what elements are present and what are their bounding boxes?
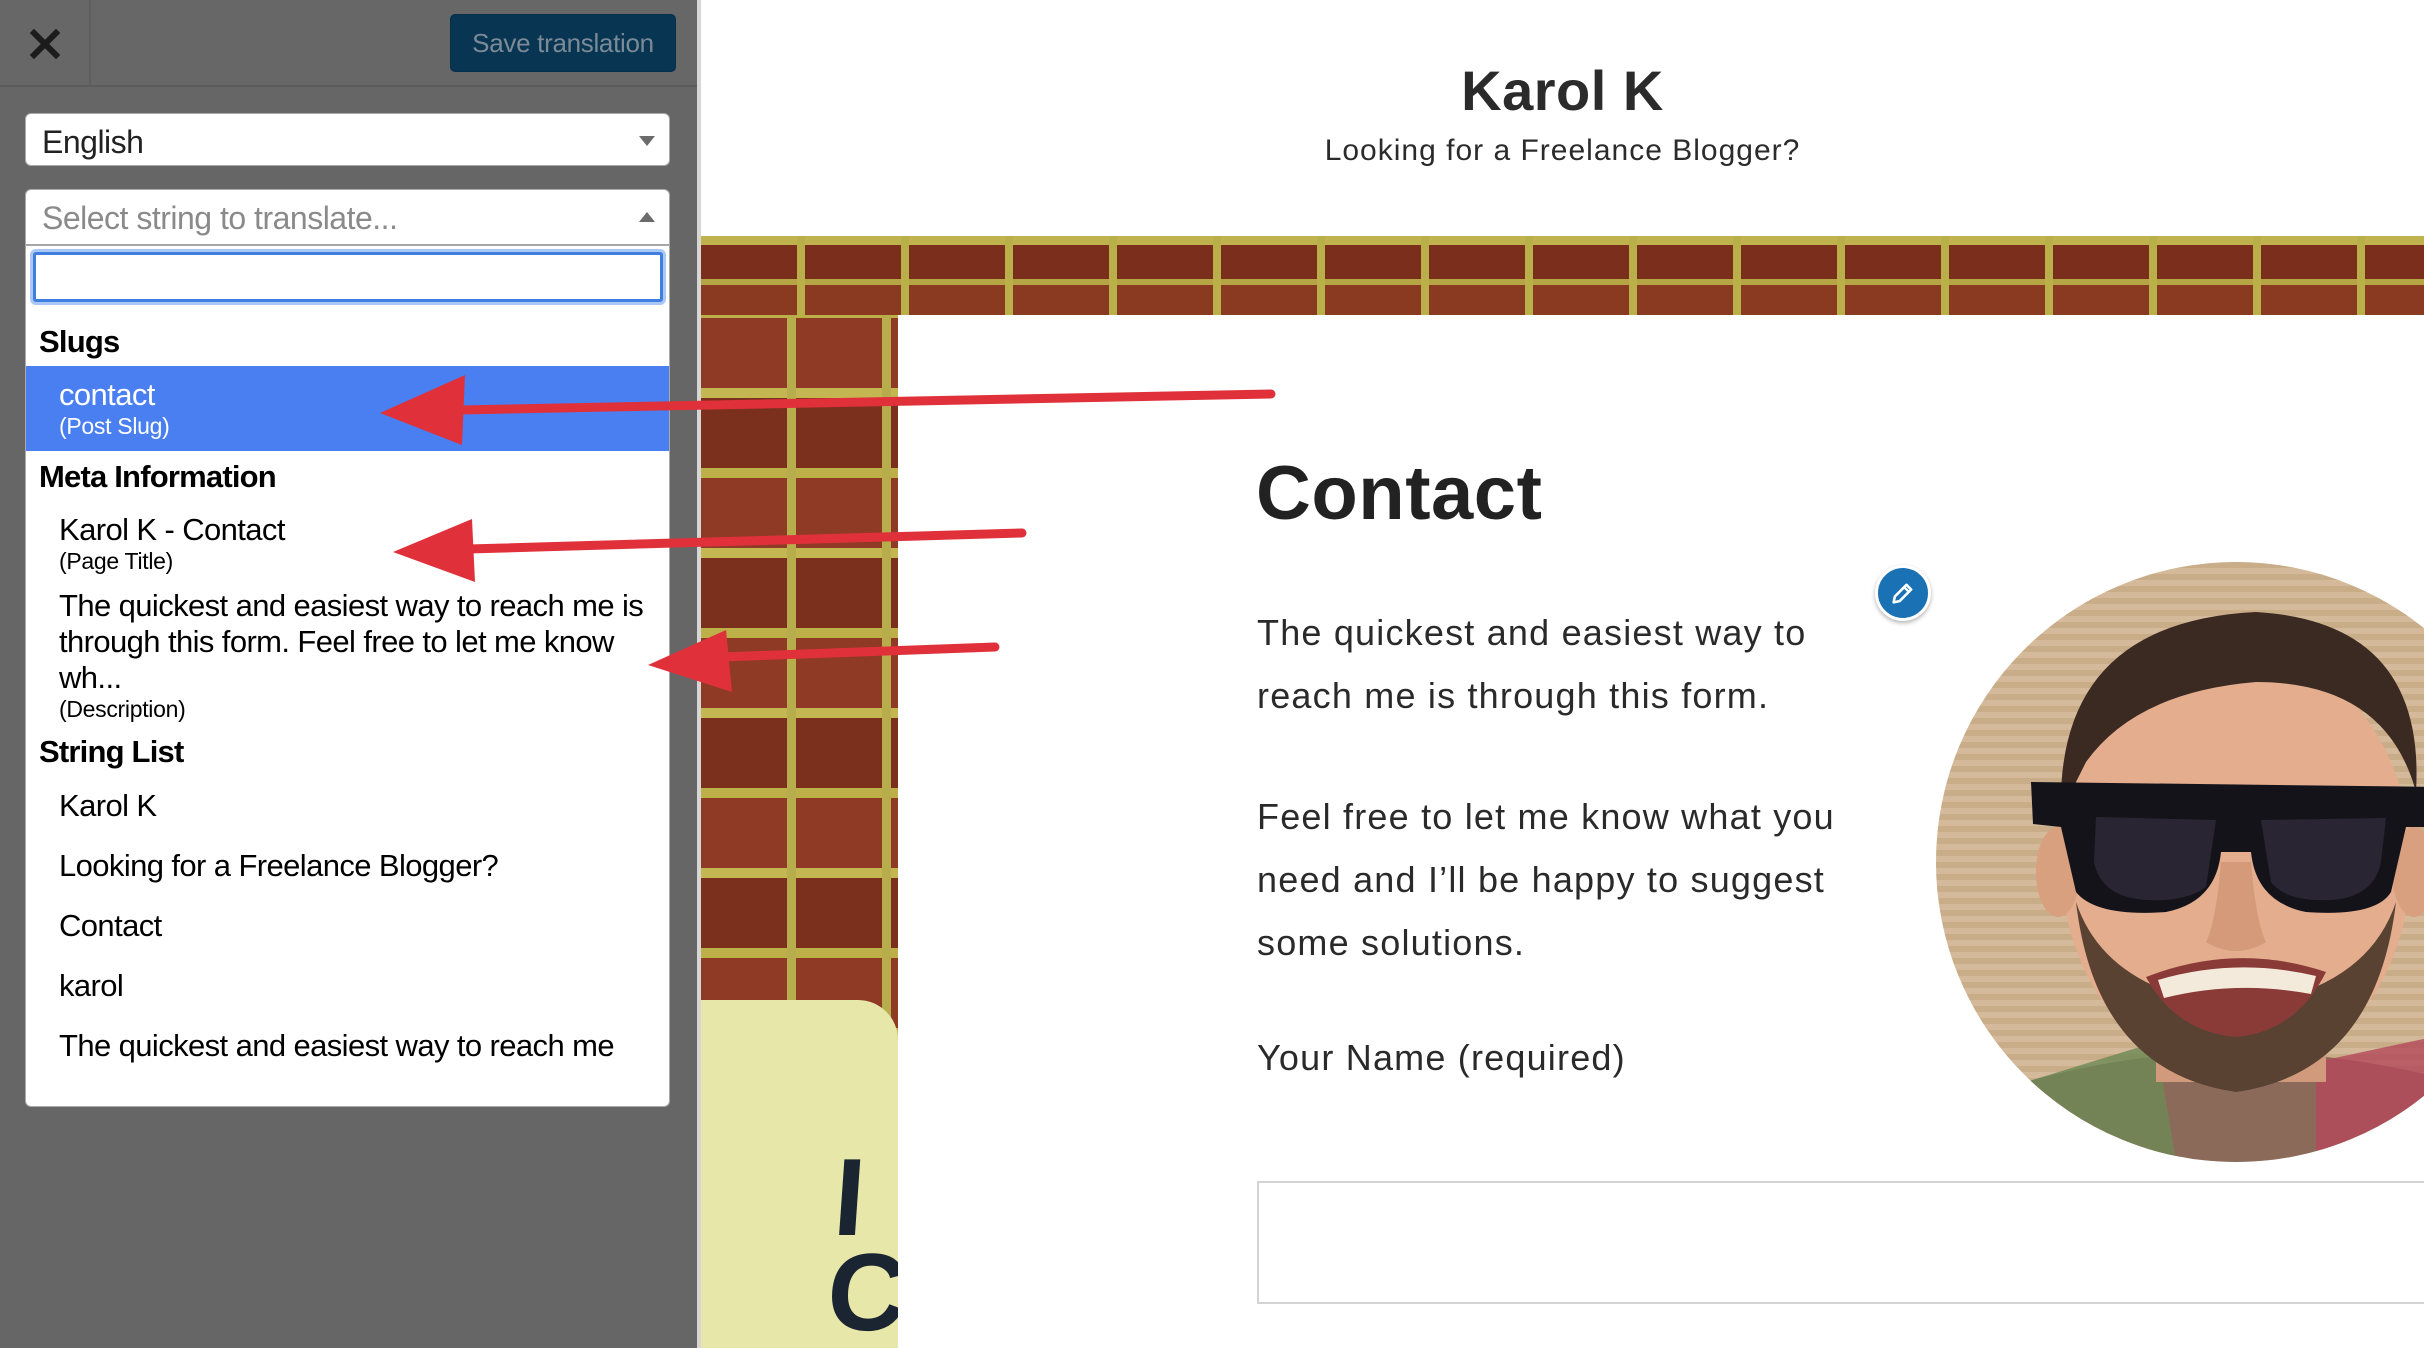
site-tagline: Looking for a Freelance Blogger? xyxy=(1324,134,1801,167)
edit-shortcut-button[interactable] xyxy=(1875,565,1931,621)
option-text: The quickest and easiest way to reach me xyxy=(59,1028,615,1063)
translation-sidebar: Save translation English Select string t… xyxy=(0,0,697,1348)
group-label-string-list: String List xyxy=(39,734,184,769)
string-select-placeholder: Select string to translate... xyxy=(42,200,398,236)
option-text: Karol K - Contact xyxy=(59,512,285,547)
close-x-icon xyxy=(29,28,60,59)
option-text: Looking for a Freelance Blogger? xyxy=(59,848,499,883)
dropdown-divider xyxy=(26,244,669,246)
caret-up-icon xyxy=(639,212,655,222)
option-description[interactable]: The quickest and easiest way to reach me… xyxy=(26,586,669,734)
option-string[interactable]: Karol K xyxy=(26,776,669,836)
header-brick-image xyxy=(701,236,2424,315)
close-button[interactable] xyxy=(0,0,91,87)
string-search-input[interactable] xyxy=(33,252,663,302)
group-label-meta-information: Meta Information xyxy=(39,459,277,494)
option-text: Contact xyxy=(59,908,162,943)
second-paragraph: Feel free to let me know what you need a… xyxy=(1257,796,1835,963)
string-options-list: Slugs contact (Post Slug) Meta Informati… xyxy=(26,316,669,1076)
option-text: The quickest and easiest way to reach me… xyxy=(59,588,644,695)
option-type: (Page Title) xyxy=(59,548,174,574)
author-photo xyxy=(1936,562,2424,1162)
pencil-icon xyxy=(1892,583,1913,604)
language-select[interactable]: English xyxy=(25,113,670,166)
option-post-slug[interactable]: contact (Post Slug) xyxy=(26,366,669,451)
option-page-title[interactable]: Karol K - Contact (Page Title) xyxy=(26,501,669,586)
site-title[interactable]: Karol K xyxy=(701,58,2424,123)
option-string[interactable]: The quickest and easiest way to reach me xyxy=(26,1016,669,1076)
option-text: karol xyxy=(59,968,124,1003)
option-string[interactable]: karol xyxy=(26,956,669,1016)
group-label-slugs: Slugs xyxy=(39,324,120,359)
string-select-dropdown[interactable]: Select string to translate... Slugs cont… xyxy=(25,189,670,1107)
name-field-label: Your Name (required) xyxy=(1257,1037,1626,1078)
option-string[interactable]: Looking for a Freelance Blogger? xyxy=(26,836,669,896)
language-select-value: English xyxy=(42,124,144,160)
option-type: (Description) xyxy=(59,696,186,722)
caret-down-icon xyxy=(639,136,655,146)
intro-paragraph: The quickest and easiest way to reach me… xyxy=(1257,612,1807,716)
author-avatar xyxy=(1936,562,2424,1162)
sidebar-header: Save translation xyxy=(0,0,697,87)
site-preview: Karol K Looking for a Freelance Blogger?… xyxy=(701,0,2424,1348)
page-heading: Contact xyxy=(1256,451,1543,536)
option-type: (Post Slug) xyxy=(59,413,170,439)
option-text: Karol K xyxy=(59,788,157,823)
page-content: Contact The quickest and easiest way to … xyxy=(898,315,2424,1348)
save-translation-button[interactable]: Save translation xyxy=(450,14,676,72)
option-text: contact xyxy=(59,377,155,412)
name-input[interactable] xyxy=(1257,1181,2424,1304)
option-string[interactable]: Contact xyxy=(26,896,669,956)
